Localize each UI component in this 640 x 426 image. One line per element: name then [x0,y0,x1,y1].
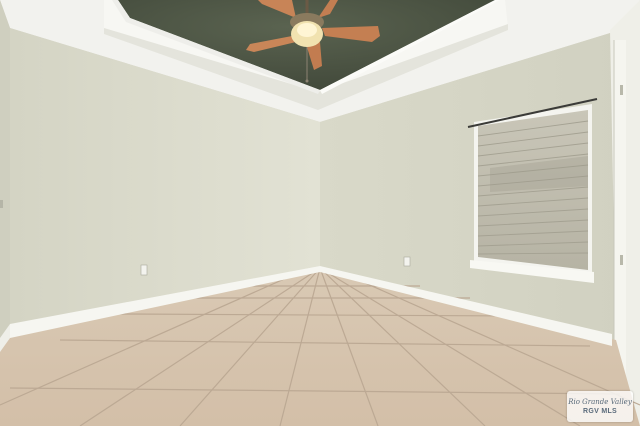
room-photo: Rio Grande Valley RGV MLS [0,0,640,426]
watermark-brand: Rio Grande Valley [568,397,632,406]
room-illustration [0,0,640,426]
window [467,98,598,283]
mls-watermark: Rio Grande Valley RGV MLS [567,391,633,422]
outlet-right [403,256,411,267]
watermark-sub: RGV MLS [583,407,617,415]
outlet-left [140,264,148,276]
left-door-edge [0,200,3,208]
far-left-wall [0,0,10,345]
